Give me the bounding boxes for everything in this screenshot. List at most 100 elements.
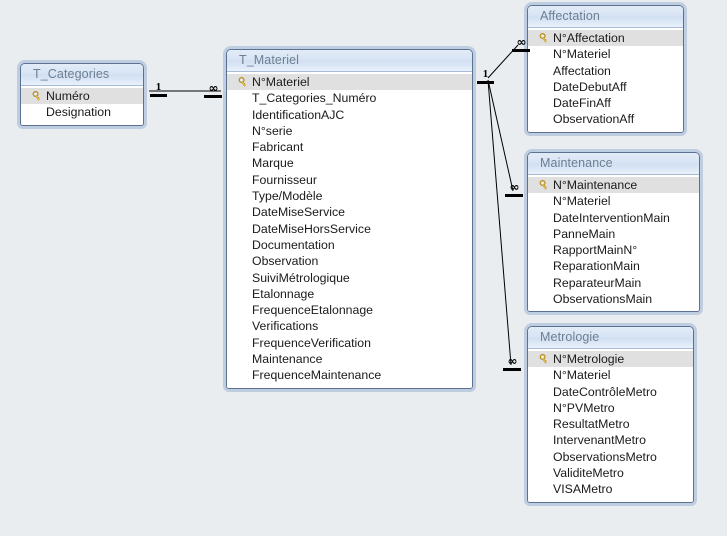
table-title-t-categories[interactable]: T_Categories xyxy=(21,64,143,86)
field-name: T_Categories_Numéro xyxy=(252,91,377,106)
field-row[interactable]: DateMiseService xyxy=(227,204,472,220)
table-box-t-maintenance[interactable]: Maintenance N°Maintenance N°Materiel DateIn… xyxy=(527,152,700,313)
field-row[interactable]: Designation xyxy=(21,104,143,120)
field-name: DateMiseService xyxy=(252,205,345,220)
field-name: N°serie xyxy=(252,123,293,138)
field-name: Fabricant xyxy=(252,140,304,155)
field-row[interactable]: DateInterventionMain xyxy=(528,210,699,226)
field-row[interactable]: ValiditeMetro xyxy=(528,465,693,481)
cardinality-marker-from-rel-categories-materiel: 1 xyxy=(150,82,167,97)
field-row[interactable]: N°Materiel xyxy=(528,46,683,62)
field-row[interactable]: Observation xyxy=(227,253,472,269)
field-name: N°Materiel xyxy=(553,368,611,383)
field-name: FrequenceMaintenance xyxy=(252,368,382,383)
relationship-line-rel-materiel-maintenance[interactable] xyxy=(487,79,514,192)
table-title-t-maintenance[interactable]: Maintenance xyxy=(528,153,699,175)
field-row[interactable]: SuiviMétrologique xyxy=(227,270,472,286)
field-name: Maintenance xyxy=(252,352,323,367)
relationship-endpoint-stub xyxy=(505,194,523,197)
table-field-list-t-maintenance: N°Maintenance N°Materiel DateInterventionM… xyxy=(528,175,699,312)
table-box-t-materiel[interactable]: T_Materiel N°Materiel T_Categories_Numéro I… xyxy=(226,49,473,389)
cardinality-symbol: 1 xyxy=(482,68,489,80)
field-row[interactable]: T_Categories_Numéro xyxy=(227,90,472,106)
table-field-list-t-categories: Numéro Designation xyxy=(21,86,143,125)
field-name: N°Metrologie xyxy=(553,352,625,366)
field-name: RapportMainN° xyxy=(553,243,638,258)
cardinality-symbol: ∞ xyxy=(208,81,219,95)
field-name: N°Materiel xyxy=(252,75,310,89)
field-row[interactable]: Etalonnage xyxy=(227,286,472,302)
field-row[interactable]: Marque xyxy=(227,155,472,171)
cardinality-symbol: 1 xyxy=(155,81,162,93)
primary-key-field-row[interactable]: N°Maintenance xyxy=(528,177,699,194)
field-name: VISAMetro xyxy=(553,482,613,497)
field-row[interactable]: DateDebutAff xyxy=(528,79,683,95)
relationships-canvas[interactable]: T_Categories Numéro Designation T_Materiel N… xyxy=(0,0,727,536)
field-name: Observation xyxy=(252,254,319,269)
table-box-t-categories[interactable]: T_Categories Numéro Designation xyxy=(20,63,144,126)
field-row[interactable]: Documentation xyxy=(227,237,472,253)
field-name: N°Affectation xyxy=(553,31,625,45)
field-name: IdentificationAJC xyxy=(252,107,345,122)
table-box-t-metrologie[interactable]: Metrologie N°Metrologie N°Materiel DateCont… xyxy=(527,326,694,503)
table-title-t-affectation[interactable]: Affectation xyxy=(528,6,683,28)
field-name: ObservationsMain xyxy=(553,292,653,307)
field-name: ReparationMain xyxy=(553,259,640,274)
field-row[interactable]: FrequenceEtalonnage xyxy=(227,302,472,318)
field-row[interactable]: ObservationsMain xyxy=(528,291,699,307)
cardinality-marker-to-rel-materiel-affectation: ∞ xyxy=(512,36,530,52)
field-name: Etalonnage xyxy=(252,286,315,301)
field-name: ValiditeMetro xyxy=(553,466,624,481)
field-name: PanneMain xyxy=(553,226,616,241)
field-row[interactable]: N°PVMetro xyxy=(528,400,693,416)
field-row[interactable]: N°serie xyxy=(227,123,472,139)
field-row[interactable]: ResultatMetro xyxy=(528,416,693,432)
field-name: SuiviMétrologique xyxy=(252,270,350,285)
field-row[interactable]: ReparateurMain xyxy=(528,275,699,291)
cardinality-symbol: ∞ xyxy=(507,354,518,368)
field-row[interactable]: IdentificationAJC xyxy=(227,107,472,123)
field-row[interactable]: DateContrôleMetro xyxy=(528,384,693,400)
primary-key-field-row[interactable]: N°Affectation xyxy=(528,30,683,47)
key-icon xyxy=(536,353,553,365)
field-row[interactable]: Affectation xyxy=(528,63,683,79)
field-row[interactable]: Verifications xyxy=(227,318,472,334)
relationship-endpoint-stub xyxy=(204,95,222,98)
field-row[interactable]: N°Materiel xyxy=(528,367,693,383)
field-row[interactable]: DateFinAff xyxy=(528,95,683,111)
primary-key-field-row[interactable]: Numéro xyxy=(21,88,143,105)
field-row[interactable]: Maintenance xyxy=(227,351,472,367)
field-row[interactable]: VISAMetro xyxy=(528,481,693,497)
relationship-endpoint-stub xyxy=(150,94,167,97)
field-row[interactable]: PanneMain xyxy=(528,226,699,242)
field-row[interactable]: ObservationsMetro xyxy=(528,449,693,465)
field-name: Numéro xyxy=(46,89,90,103)
field-row[interactable]: RapportMainN° xyxy=(528,242,699,258)
field-row[interactable]: ReparationMain xyxy=(528,258,699,274)
field-row[interactable]: ObservationAff xyxy=(528,111,683,127)
relationship-endpoint-stub xyxy=(503,368,521,371)
field-name: ReparateurMain xyxy=(553,275,642,290)
field-name: Documentation xyxy=(252,237,335,252)
primary-key-field-row[interactable]: N°Materiel xyxy=(227,74,472,91)
field-row[interactable]: IntervenantMetro xyxy=(528,432,693,448)
field-row[interactable]: FrequenceMaintenance xyxy=(227,367,472,383)
primary-key-field-row[interactable]: N°Metrologie xyxy=(528,351,693,368)
table-title-t-metrologie[interactable]: Metrologie xyxy=(528,327,693,349)
field-row[interactable]: DateMiseHorsService xyxy=(227,221,472,237)
field-row[interactable]: FrequenceVerification xyxy=(227,335,472,351)
field-name: Marque xyxy=(252,156,294,171)
field-row[interactable]: Fabricant xyxy=(227,139,472,155)
key-icon xyxy=(536,32,553,44)
field-name: ResultatMetro xyxy=(553,417,630,432)
relationship-line-rel-materiel-metrologie[interactable] xyxy=(487,79,512,366)
field-row[interactable]: Type/Modèle xyxy=(227,188,472,204)
field-name: Fournisseur xyxy=(252,172,317,187)
table-field-list-t-affectation: N°Affectation N°Materiel Affectation DateDe… xyxy=(528,28,683,132)
cardinality-symbol: ∞ xyxy=(516,35,527,49)
table-title-t-materiel[interactable]: T_Materiel xyxy=(227,50,472,72)
field-row[interactable]: N°Materiel xyxy=(528,193,699,209)
table-box-t-affectation[interactable]: Affectation N°Affectation N°Materiel Affect… xyxy=(527,5,684,133)
cardinality-marker-to-rel-materiel-maintenance: ∞ xyxy=(505,181,523,197)
field-row[interactable]: Fournisseur xyxy=(227,172,472,188)
